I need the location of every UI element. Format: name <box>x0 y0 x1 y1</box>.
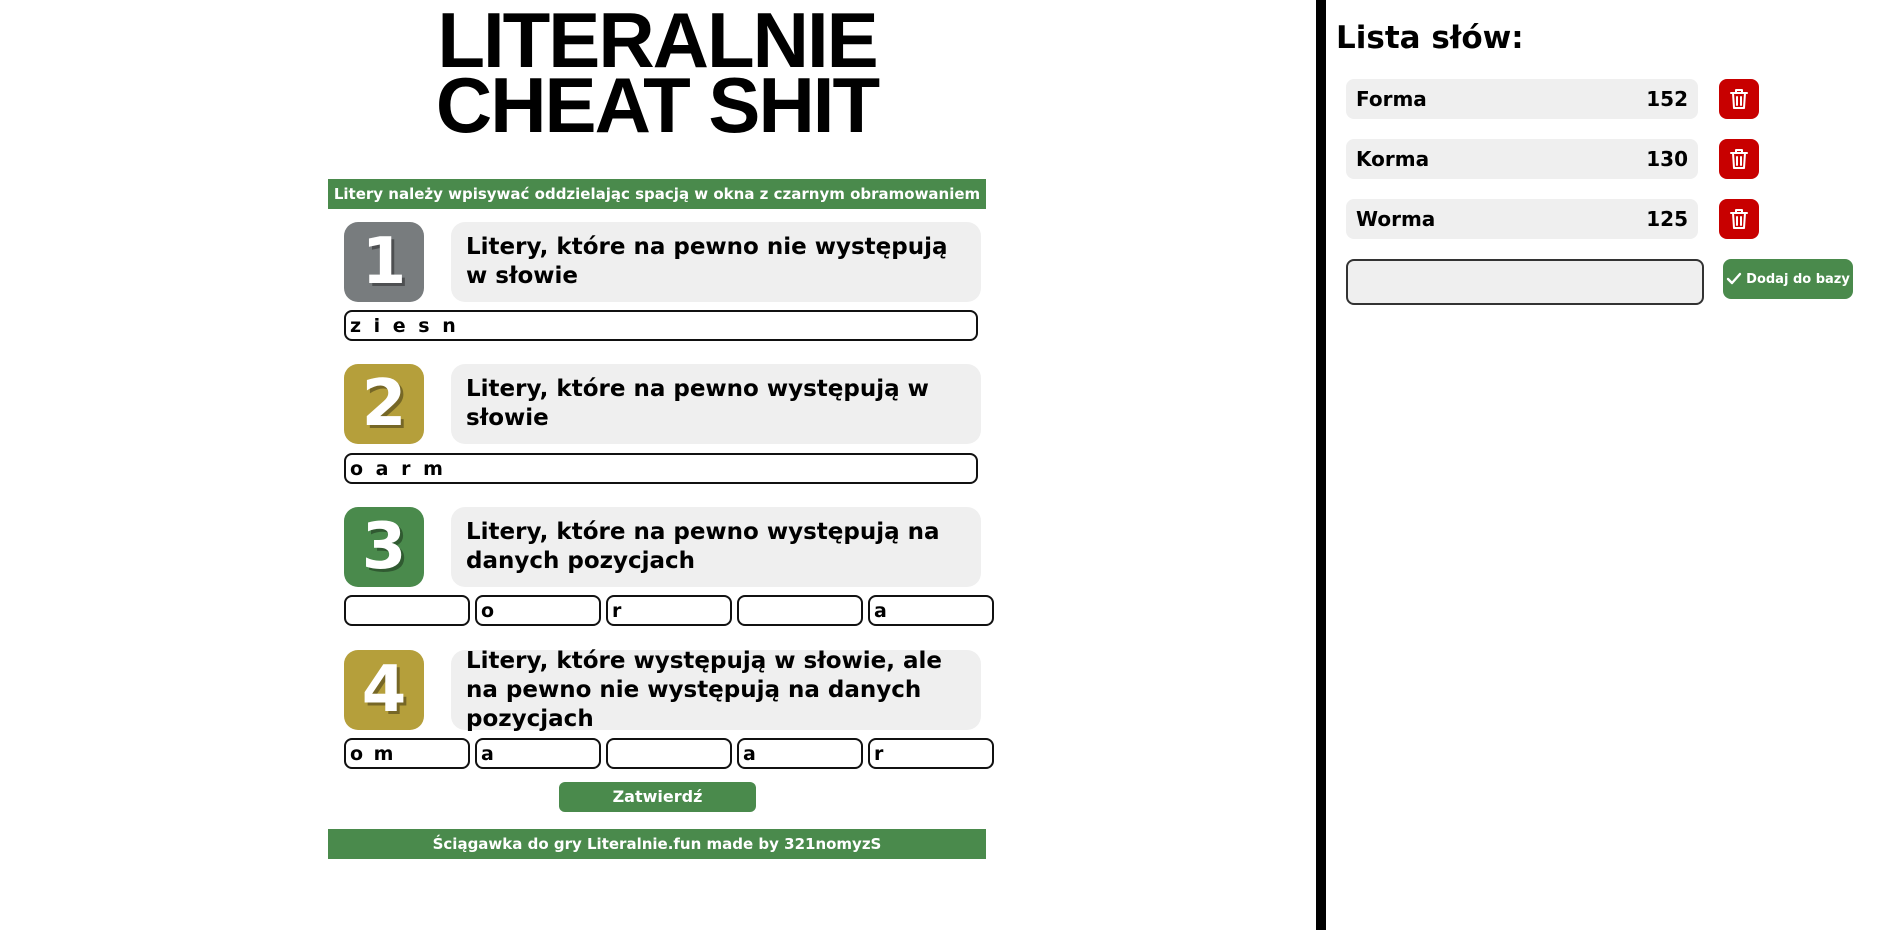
instruction-banner: Litery należy wpisywać oddzielając spacj… <box>328 179 986 209</box>
section-label-absent: Litery, które na pewno nie występują w s… <box>451 222 981 302</box>
wrong-position-2-input[interactable]: a <box>475 738 601 769</box>
section-label-wrong-positions: Litery, które występują w słowie, ale na… <box>451 648 981 732</box>
delete-word-button[interactable] <box>1719 139 1759 179</box>
word-text: Forma <box>1356 87 1427 111</box>
correct-position-3-input[interactable]: r <box>606 595 732 626</box>
title-line-2: CHEAT SHIT <box>435 61 880 149</box>
delete-word-button[interactable] <box>1719 79 1759 119</box>
correct-position-4-input[interactable] <box>737 595 863 626</box>
section-number-1: 1 <box>344 222 424 302</box>
add-to-database-label: Dodaj do bazy <box>1746 271 1850 287</box>
main-panel: LITERALNIE CHEAT SHIT Litery należy wpis… <box>0 0 1316 930</box>
wrong-positions-row: o m a a r <box>344 738 994 769</box>
trash-icon <box>1730 149 1748 169</box>
word-entry[interactable]: Korma 130 <box>1346 139 1698 179</box>
word-entry[interactable]: Forma 152 <box>1346 79 1698 119</box>
correct-positions-row: o r a <box>344 595 994 626</box>
absent-letters-input[interactable]: z i e s n <box>344 310 978 341</box>
word-list-panel: Lista słów: Forma 152 Korma 130 Worma 12… <box>1326 0 1878 930</box>
word-entry[interactable]: Worma 125 <box>1346 199 1698 239</box>
section-number-2: 2 <box>344 364 424 444</box>
trash-icon <box>1730 89 1748 109</box>
word-text: Korma <box>1356 147 1430 171</box>
word-score: 125 <box>1646 207 1688 231</box>
add-to-database-button[interactable]: Dodaj do bazy <box>1723 259 1853 299</box>
section-label-correct-positions: Litery, które na pewno występują na dany… <box>451 507 981 587</box>
panel-divider <box>1316 0 1326 930</box>
page-title: LITERALNIE CHEAT SHIT <box>328 1 986 149</box>
submit-button[interactable]: Zatwierdź <box>559 782 756 812</box>
word-list-title: Lista słów: <box>1336 20 1524 56</box>
correct-position-5-input[interactable]: a <box>868 595 994 626</box>
word-list-item: Korma 130 <box>1346 139 1766 179</box>
correct-position-1-input[interactable] <box>344 595 470 626</box>
section-label-present: Litery, które na pewno występują w słowi… <box>451 364 981 444</box>
section-number-3: 3 <box>344 507 424 587</box>
delete-word-button[interactable] <box>1719 199 1759 239</box>
trash-icon <box>1730 209 1748 229</box>
word-text: Worma <box>1356 207 1436 231</box>
correct-position-2-input[interactable]: o <box>475 595 601 626</box>
word-list-item: Worma 125 <box>1346 199 1766 239</box>
wrong-position-1-input[interactable]: o m <box>344 738 470 769</box>
word-list-item: Forma 152 <box>1346 79 1766 119</box>
wrong-position-4-input[interactable]: a <box>737 738 863 769</box>
check-icon <box>1726 272 1742 285</box>
present-letters-input[interactable]: o a r m <box>344 453 978 484</box>
word-score: 152 <box>1646 87 1688 111</box>
word-score: 130 <box>1646 147 1688 171</box>
wrong-position-3-input[interactable] <box>606 738 732 769</box>
footer-banner: Ściągawka do gry Literalnie.fun made by … <box>328 829 986 859</box>
new-word-input[interactable] <box>1346 259 1704 305</box>
wrong-position-5-input[interactable]: r <box>868 738 994 769</box>
section-number-4: 4 <box>344 650 424 730</box>
